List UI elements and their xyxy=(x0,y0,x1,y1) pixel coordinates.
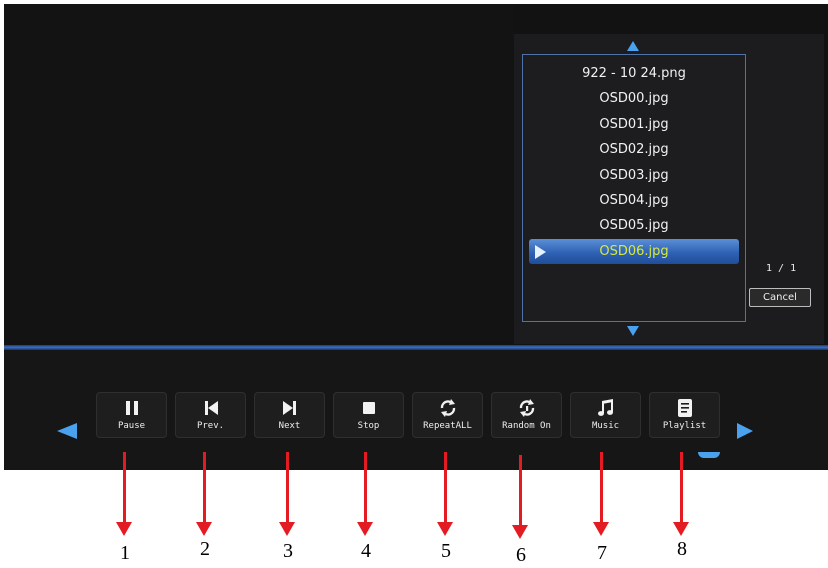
file-item[interactable]: OSD00.jpg xyxy=(523,86,745,111)
file-list-frame: 922 - 10 24.png OSD00.jpg OSD01.jpg OSD0… xyxy=(522,54,746,322)
arrow-head-icon xyxy=(279,522,295,536)
file-list: 922 - 10 24.png OSD00.jpg OSD01.jpg OSD0… xyxy=(523,61,745,265)
pause-icon xyxy=(97,398,166,418)
stop-button[interactable]: Stop xyxy=(333,392,404,438)
scroll-left-icon[interactable] xyxy=(57,423,77,439)
arrow-head-icon xyxy=(437,522,453,536)
previous-icon xyxy=(176,398,245,418)
control-bar: Pause Prev. Next Stop RepeatALL Random O… xyxy=(4,350,828,470)
file-item-selected[interactable]: OSD06.jpg xyxy=(529,238,739,265)
arrow-head-icon xyxy=(196,522,212,536)
media-player-screen: 922 - 10 24.png OSD00.jpg OSD01.jpg OSD0… xyxy=(4,4,828,470)
previous-button[interactable]: Prev. xyxy=(175,392,246,438)
shuffle-icon xyxy=(492,398,561,418)
scroll-down-icon[interactable] xyxy=(627,326,639,336)
arrow-line xyxy=(203,452,206,524)
annotation-number: 3 xyxy=(283,540,293,562)
arrow-line xyxy=(519,455,522,527)
arrow-line xyxy=(680,452,683,524)
repeat-button[interactable]: RepeatALL xyxy=(412,392,483,438)
file-item[interactable]: OSD02.jpg xyxy=(523,137,745,162)
file-item[interactable]: 922 - 10 24.png xyxy=(523,61,745,86)
scroll-right-icon[interactable] xyxy=(737,423,753,439)
playlist-icon xyxy=(650,398,719,418)
next-label: Next xyxy=(278,421,301,431)
file-name: OSD02.jpg xyxy=(599,142,669,158)
arrow-head-icon xyxy=(673,522,689,536)
file-item[interactable]: OSD03.jpg xyxy=(523,163,745,188)
stop-label: Stop xyxy=(357,421,380,431)
music-button[interactable]: Music xyxy=(570,392,641,438)
random-button[interactable]: Random On xyxy=(491,392,562,438)
annotation-number: 8 xyxy=(677,538,687,560)
play-cursor-icon xyxy=(535,244,546,259)
more-down-icon[interactable] xyxy=(698,452,720,458)
annotation-number: 1 xyxy=(120,542,130,564)
stop-icon xyxy=(334,398,403,418)
arrow-line xyxy=(364,452,367,524)
annotation-number: 5 xyxy=(441,540,451,562)
playlist-button[interactable]: Playlist xyxy=(649,392,720,438)
scroll-up-icon[interactable] xyxy=(627,41,639,51)
arrow-line xyxy=(123,452,126,524)
arrow-line xyxy=(600,452,603,524)
pause-button[interactable]: Pause xyxy=(96,392,167,438)
playlist-label: Playlist xyxy=(662,421,707,431)
file-item[interactable]: OSD01.jpg xyxy=(523,112,745,137)
file-name: OSD00.jpg xyxy=(599,91,669,107)
file-name: 922 - 10 24.png xyxy=(582,66,686,81)
previous-label: Prev. xyxy=(196,421,225,431)
annotation-number: 7 xyxy=(597,542,607,564)
page-indicator: 1 / 1 xyxy=(766,263,797,274)
file-name: OSD01.jpg xyxy=(599,116,669,132)
file-item[interactable]: OSD05.jpg xyxy=(523,213,745,238)
repeat-icon xyxy=(413,398,482,418)
arrow-head-icon xyxy=(116,522,132,536)
file-name: OSD06.jpg xyxy=(599,243,669,259)
pause-label: Pause xyxy=(117,421,146,431)
playlist-panel: 922 - 10 24.png OSD00.jpg OSD01.jpg OSD0… xyxy=(514,34,824,344)
file-name: OSD04.jpg xyxy=(599,192,669,208)
arrow-head-icon xyxy=(593,522,609,536)
annotation-number: 2 xyxy=(200,538,210,560)
video-preview-area xyxy=(4,4,514,342)
arrow-line xyxy=(444,452,447,524)
music-label: Music xyxy=(591,421,620,431)
next-button[interactable]: Next xyxy=(254,392,325,438)
next-icon xyxy=(255,398,324,418)
file-item[interactable]: OSD04.jpg xyxy=(523,188,745,213)
arrow-line xyxy=(286,452,289,524)
repeat-label: RepeatALL xyxy=(423,421,472,431)
file-name: OSD05.jpg xyxy=(599,218,669,234)
music-note-icon xyxy=(571,398,640,418)
arrow-head-icon xyxy=(512,525,528,539)
file-name: OSD03.jpg xyxy=(599,167,669,183)
random-label: Random On xyxy=(502,421,551,431)
annotation-number: 6 xyxy=(516,544,526,566)
arrow-head-icon xyxy=(357,522,373,536)
cancel-button[interactable]: Cancel xyxy=(749,288,811,307)
annotation-number: 4 xyxy=(361,540,371,562)
